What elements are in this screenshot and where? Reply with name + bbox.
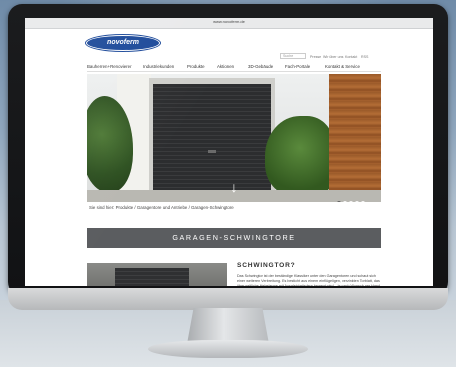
slide-indicator (337, 192, 367, 202)
nav-item-bauherren[interactable]: Bauherren+Renovierer (87, 64, 132, 69)
address-text: www.novoferm.de (213, 19, 245, 24)
monitor-stand-base (148, 340, 308, 358)
nav-divider (87, 71, 381, 72)
hero-banner[interactable]: ↓ (87, 74, 381, 202)
breadcrumb: Sie sind hier: Produkte / Garagentore un… (89, 205, 234, 210)
utility-link-kontakt[interactable]: Kontakt (345, 55, 357, 59)
monitor-screen: www.novoferm.de novoferm Suche Presse Wi… (25, 18, 433, 286)
browser-address-bar[interactable]: www.novoferm.de (25, 18, 433, 29)
garage-door-image (153, 84, 271, 192)
nav-item-kontakt-service[interactable]: Kontakt & Service (325, 64, 360, 69)
nav-item-industriekunden[interactable]: Industriekunden (143, 64, 174, 69)
monitor-stand-neck (187, 308, 269, 344)
content-paragraph: Das Schwingtor ist der beständige Klassi… (237, 274, 380, 286)
nav-item-aktionen[interactable]: Aktionen (217, 64, 234, 69)
section-title-bar: GARAGEN-SCHWINGTORE (87, 228, 381, 248)
wood-cladding (329, 74, 381, 202)
novoferm-logo[interactable]: novoferm (87, 36, 159, 50)
content-door-image (115, 268, 189, 286)
slide-dot[interactable] (349, 201, 353, 202)
slide-dot[interactable] (355, 201, 359, 202)
utility-link-rss[interactable]: RSS (361, 55, 368, 59)
nav-item-produkte[interactable]: Produkte (187, 64, 205, 69)
section-title: GARAGEN-SCHWINGTORE (172, 233, 296, 242)
door-handle (208, 150, 216, 153)
arrow-down-icon[interactable]: ↓ (226, 180, 242, 194)
bush-right (265, 116, 335, 196)
slide-dot[interactable] (343, 201, 347, 202)
utility-link-presse[interactable]: Presse (310, 55, 321, 59)
search-input[interactable]: Suche (280, 53, 306, 59)
utility-link-about[interactable]: Wir über uns (323, 55, 343, 59)
content-heading: SCHWINGTOR? (237, 262, 296, 269)
nav-item-fach-portale[interactable]: Fach-Portale (285, 64, 310, 69)
monitor-chin (8, 288, 448, 310)
nav-item-3d-gebaeude[interactable]: 3D-Gebäude (248, 64, 273, 69)
slide-dot[interactable] (337, 201, 341, 202)
slide-dot[interactable] (361, 201, 365, 202)
